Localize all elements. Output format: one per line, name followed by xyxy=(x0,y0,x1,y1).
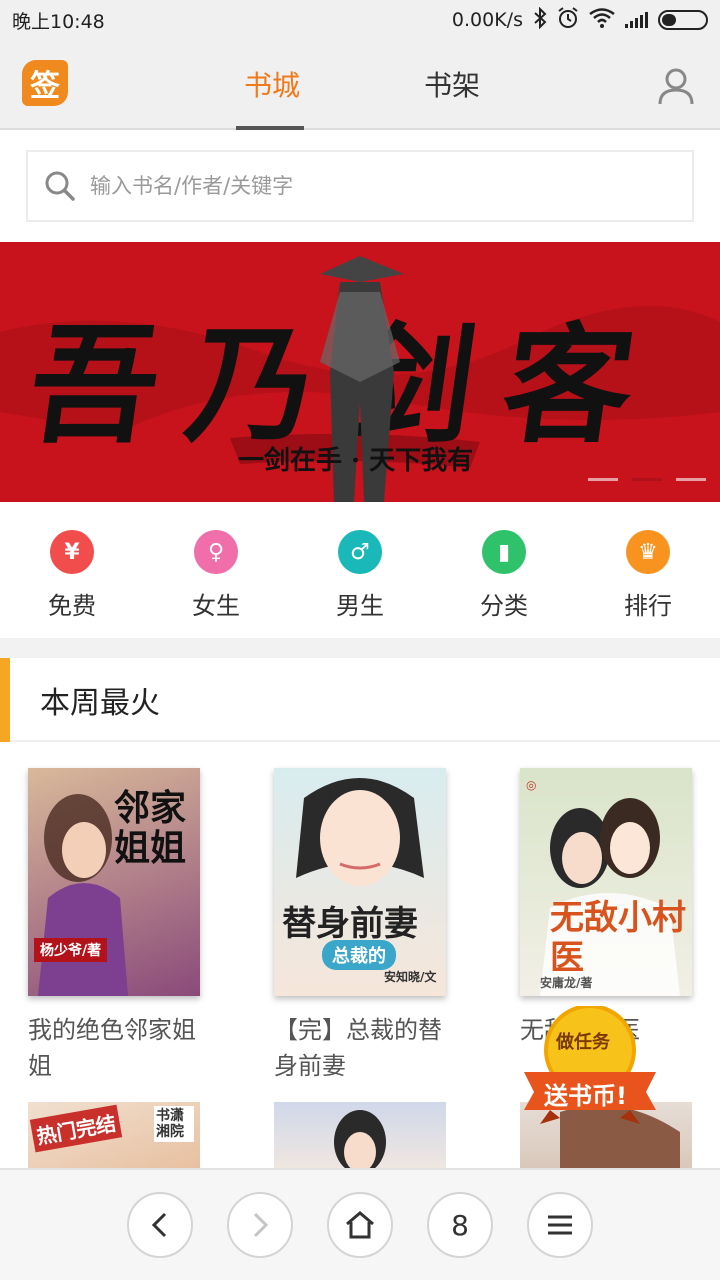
status-time: 晚上10:48 xyxy=(12,10,105,33)
search-input[interactable] xyxy=(90,174,650,198)
chevron-left-icon xyxy=(151,1212,167,1238)
reward-line2: 送书币! xyxy=(544,1082,627,1110)
category-label: 排行 xyxy=(624,592,672,620)
cover-title: 无敌小村医 xyxy=(550,898,686,978)
category-female[interactable]: ♀ 女生 xyxy=(144,502,288,638)
female-icon: ♀ xyxy=(194,530,238,574)
pagination-dot[interactable] xyxy=(588,478,618,481)
bluetooth-icon xyxy=(533,6,547,34)
cover-author: 杨少爷/著 xyxy=(34,938,108,962)
wifi-icon xyxy=(589,7,615,33)
book-cover[interactable]: 邻家姐姐 杨少爷/著 xyxy=(28,768,200,996)
section-header: 本周最火 xyxy=(0,658,720,742)
menu-button[interactable] xyxy=(527,1192,593,1258)
cover-badge: 热门完结 xyxy=(29,1104,123,1153)
home-button[interactable] xyxy=(327,1192,393,1258)
category-label: 女生 xyxy=(192,592,240,620)
hamburger-menu-icon xyxy=(548,1215,572,1235)
top-nav: 签 书城 书架 xyxy=(0,40,720,130)
active-tab-indicator xyxy=(236,126,304,130)
book-icon: ▮ xyxy=(482,530,526,574)
home-icon xyxy=(346,1211,374,1239)
reward-line1: 做任务 xyxy=(556,1032,610,1053)
signal-icon xyxy=(625,12,648,28)
category-label: 男生 xyxy=(336,592,384,620)
section-title: 本周最火 xyxy=(40,686,160,721)
category-label: 免费 xyxy=(48,592,96,620)
category-shortcuts: ¥ 免费 ♀ 女生 ♂ 男生 ▮ 分类 ♛ 排行 xyxy=(0,502,720,638)
cover-corner-label: 书潇湘院 xyxy=(154,1106,194,1142)
network-speed: 0.00K/s xyxy=(451,9,523,31)
book-cover[interactable]: ◎ 无敌小村医 安庸龙/著 xyxy=(520,768,692,996)
user-profile-icon[interactable] xyxy=(656,66,696,106)
category-label: 分类 xyxy=(480,592,528,620)
banner-pagination xyxy=(588,478,706,481)
forward-button[interactable] xyxy=(227,1192,293,1258)
tab-bookshelf[interactable]: 书架 xyxy=(424,64,480,104)
book-cover-partial[interactable] xyxy=(274,1102,446,1168)
back-button[interactable] xyxy=(127,1192,193,1258)
alarm-icon xyxy=(557,6,579,34)
cover-subtitle: 总裁的 xyxy=(322,940,396,970)
cover-illustration xyxy=(334,1110,386,1168)
search-bar[interactable] xyxy=(26,150,694,222)
book-cover[interactable]: 替身前妻 总裁的 安知晓/文 xyxy=(274,768,446,996)
app-logo[interactable]: 签 xyxy=(22,60,68,106)
category-male[interactable]: ♂ 男生 xyxy=(288,502,432,638)
male-icon: ♂ xyxy=(338,530,382,574)
tabs-button[interactable]: 8 xyxy=(427,1192,493,1258)
book-title[interactable]: 我的绝色邻家姐姐 xyxy=(28,1012,218,1084)
tab-count: 8 xyxy=(451,1208,469,1242)
banner-subtitle: 一剑在手 · 天下我有 xyxy=(238,446,474,476)
category-free[interactable]: ¥ 免费 xyxy=(0,502,144,638)
search-icon xyxy=(44,170,76,202)
section-divider xyxy=(0,638,720,658)
browser-toolbar: 8 xyxy=(0,1168,720,1280)
tab-bookstore[interactable]: 书城 xyxy=(244,64,300,104)
book-cover-partial[interactable]: 热门完结 书潇湘院 xyxy=(28,1102,200,1168)
status-bar: 晚上10:48 0.00K/s xyxy=(0,0,720,40)
book-title[interactable]: 【完】总裁的替身前妻 xyxy=(274,1012,464,1084)
pagination-dot-active[interactable] xyxy=(632,478,662,481)
promo-banner[interactable]: 吾乃剑客 一剑在手 · 天下我有 xyxy=(0,242,720,502)
category-classify[interactable]: ▮ 分类 xyxy=(432,502,576,638)
cover-title: 邻家姐姐 xyxy=(114,787,187,869)
cover-publisher-logo: ◎ xyxy=(526,778,537,792)
status-icons: 0.00K/s xyxy=(451,6,708,34)
trophy-icon: ♛ xyxy=(626,530,670,574)
pagination-dot[interactable] xyxy=(676,478,706,481)
cover-author: 安庸龙/著 xyxy=(540,976,593,990)
reward-badge[interactable]: 做任务 送书币! xyxy=(520,1006,660,1126)
cover-title: 替身前妻 xyxy=(282,904,418,944)
yen-icon: ¥ xyxy=(50,530,94,574)
cover-author: 安知晓/文 xyxy=(384,970,437,984)
section-accent-bar xyxy=(0,658,10,742)
book-card[interactable]: 邻家姐姐 杨少爷/著 我的绝色邻家姐姐 xyxy=(28,768,228,1084)
category-ranking[interactable]: ♛ 排行 xyxy=(576,502,720,638)
chevron-right-icon xyxy=(253,1212,269,1238)
book-card[interactable]: 替身前妻 总裁的 安知晓/文 【完】总裁的替身前妻 xyxy=(274,768,474,1084)
battery-icon xyxy=(658,10,708,30)
